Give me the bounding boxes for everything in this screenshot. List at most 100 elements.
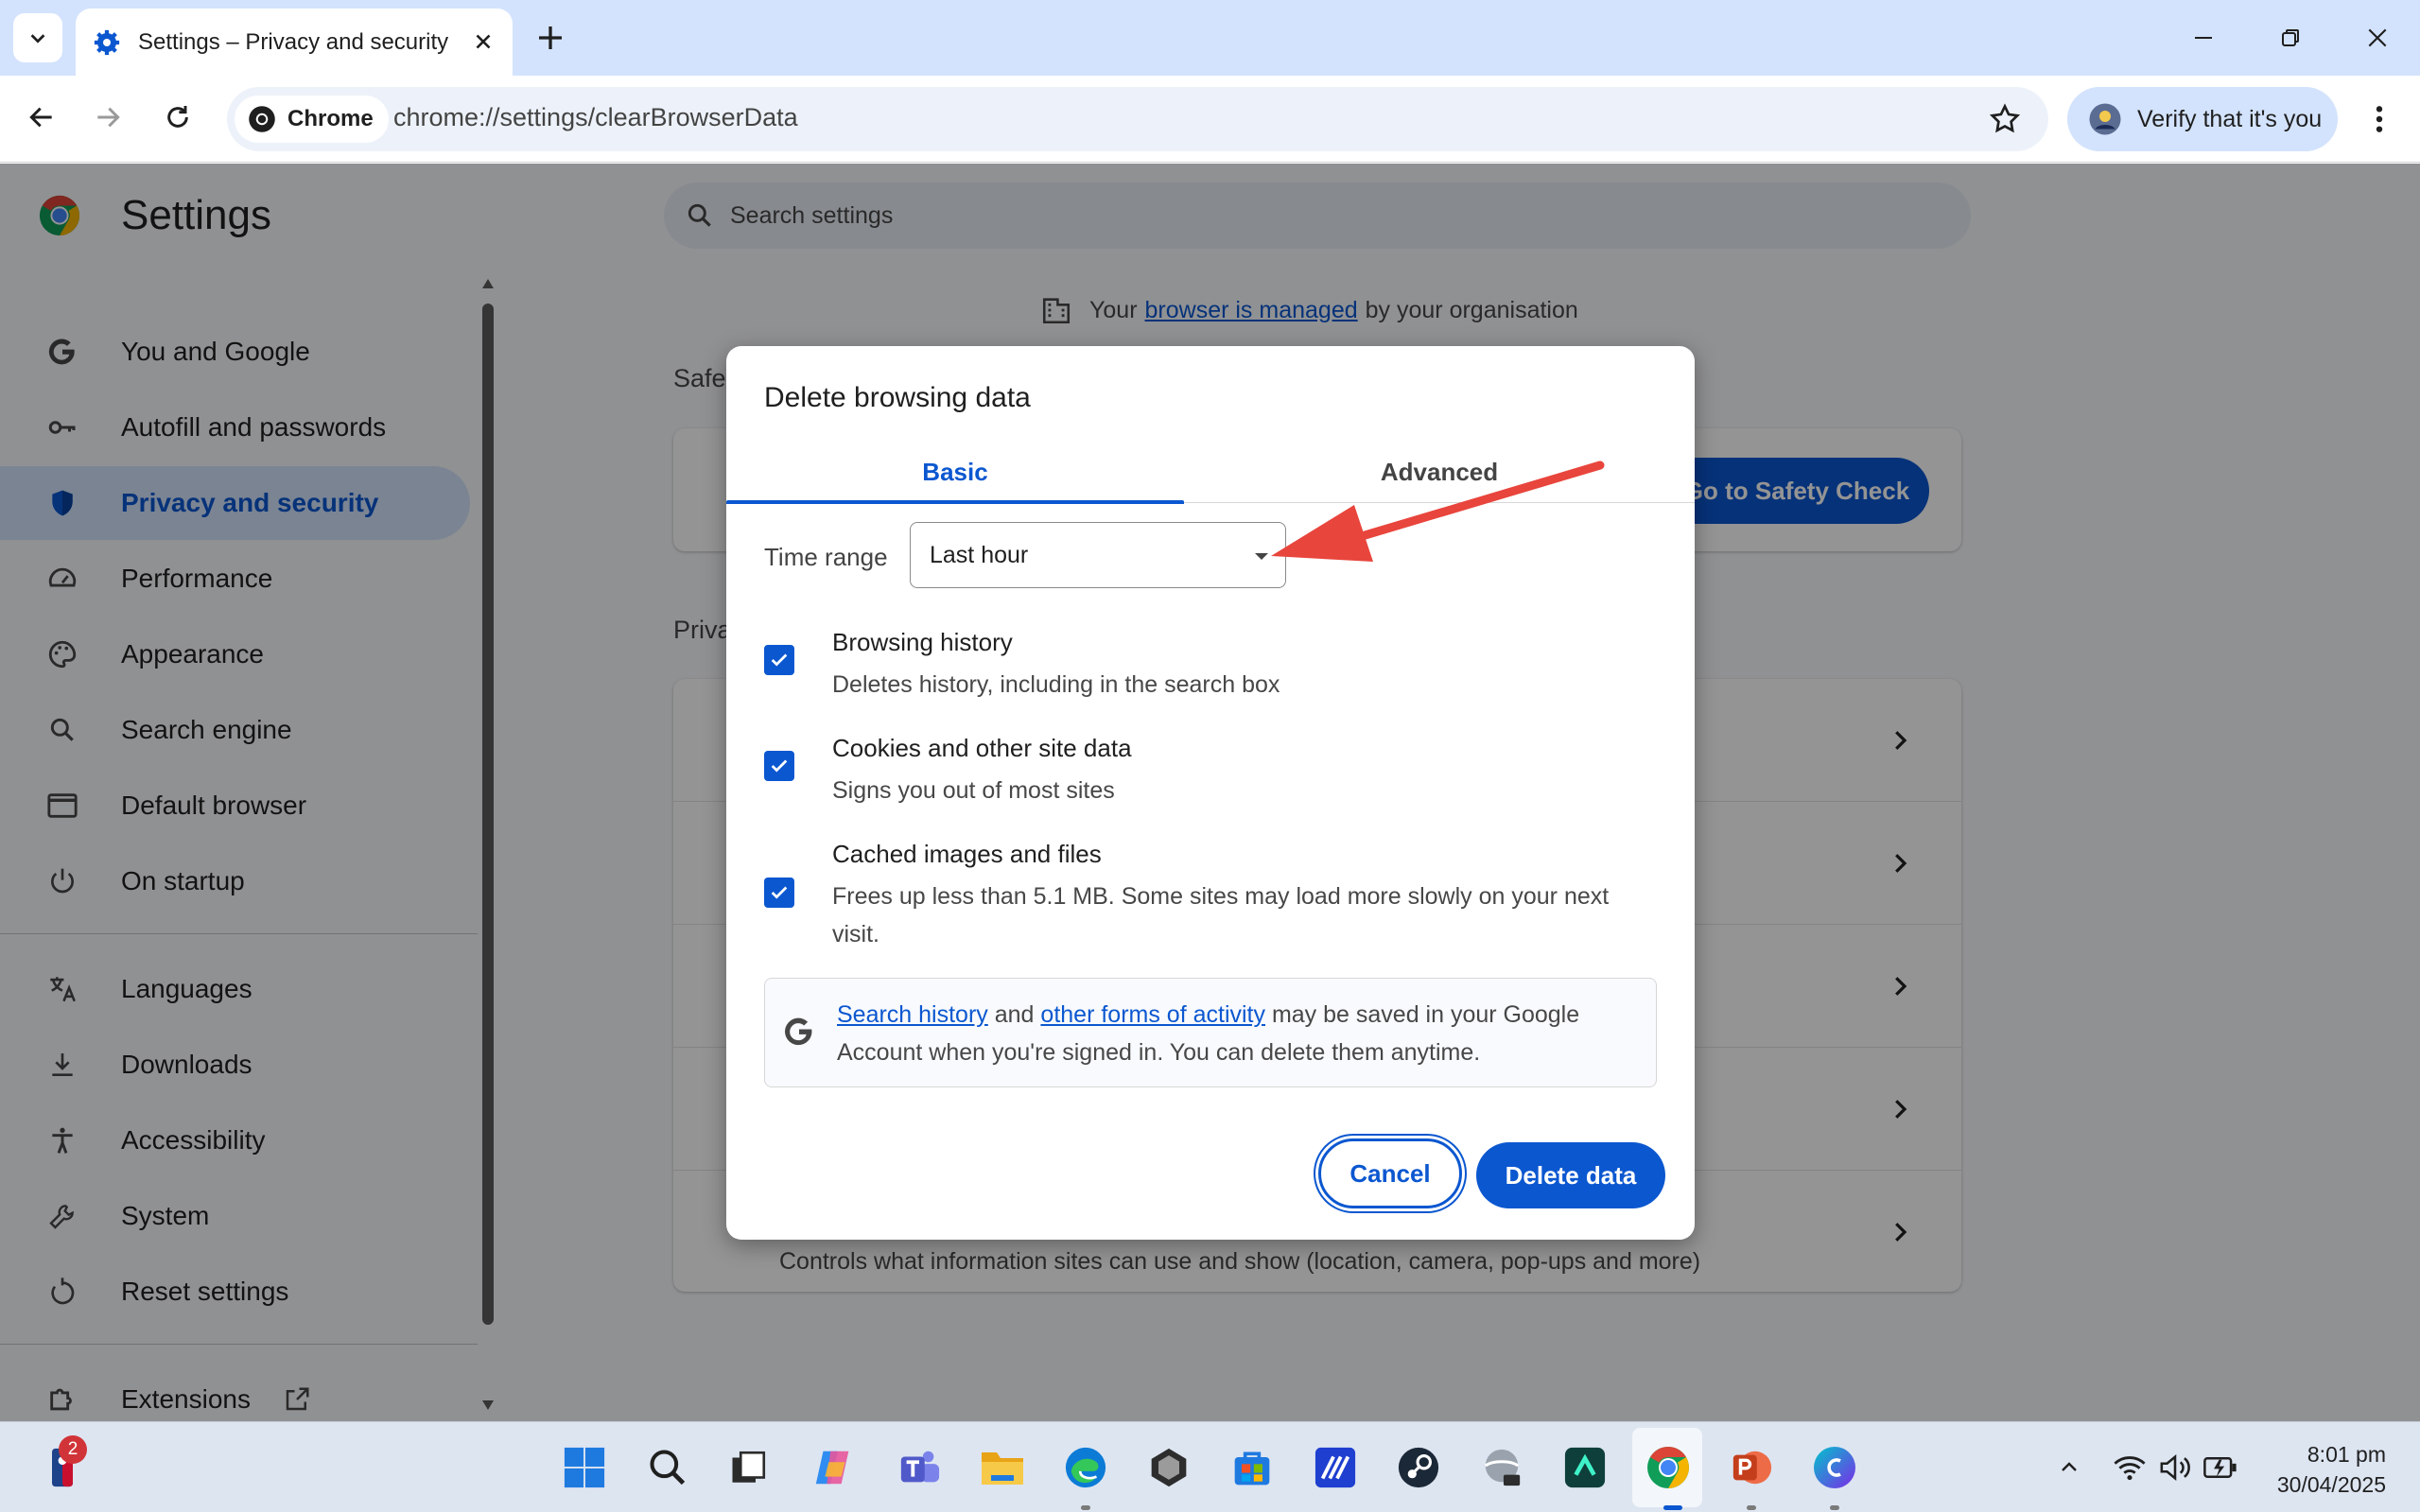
- windows-logo-icon: [564, 1447, 605, 1488]
- steam-logo-icon: [1398, 1447, 1439, 1488]
- volume-button[interactable]: [2150, 1443, 2200, 1492]
- task-view-icon: [732, 1451, 766, 1483]
- powerpoint-icon: [1732, 1451, 1772, 1485]
- cube-icon: [1151, 1448, 1187, 1487]
- system-clock[interactable]: 8:01 pm 30/04/2025: [2277, 1439, 2386, 1500]
- steam-button[interactable]: [1394, 1443, 1443, 1492]
- windows-taskbar: 2 8:01 pm 30/04/2025: [0, 1421, 2420, 1512]
- edge-browser-icon: [1065, 1447, 1106, 1488]
- checkmark-icon: [771, 886, 788, 899]
- edge-button[interactable]: [1061, 1443, 1110, 1492]
- nba-app-button[interactable]: 2: [38, 1435, 87, 1492]
- option-browsing-history: Browsing history Deletes history, includ…: [764, 628, 1653, 704]
- checkmark-icon: [771, 653, 788, 667]
- menu-button[interactable]: [2359, 98, 2400, 140]
- teams-icon: [900, 1451, 940, 1483]
- code-editor-icon: [1314, 1447, 1356, 1488]
- minimize-button[interactable]: [2185, 19, 2222, 57]
- other-activity-link[interactable]: other forms of activity: [1040, 1001, 1265, 1028]
- powerpoint-button[interactable]: [1727, 1443, 1776, 1492]
- visual-studio-code-button[interactable]: [1311, 1443, 1360, 1492]
- copilot-button[interactable]: [810, 1443, 859, 1492]
- dialog-title: Delete browsing data: [764, 382, 1031, 413]
- reload-icon: [167, 106, 188, 128]
- restore-button[interactable]: [2272, 19, 2309, 57]
- filmora-button[interactable]: [1560, 1443, 1610, 1492]
- teams-button[interactable]: [895, 1443, 944, 1492]
- running-indicator: [1081, 1505, 1090, 1510]
- annotation-arrow-icon: [1271, 461, 1605, 562]
- battery-button[interactable]: [2196, 1443, 2245, 1492]
- network-button[interactable]: [2105, 1443, 2154, 1492]
- microsoft-store-button[interactable]: [1227, 1443, 1277, 1492]
- delete-data-button[interactable]: Delete data: [1476, 1142, 1665, 1208]
- running-indicator: [1663, 1505, 1682, 1510]
- option-cached-images: Cached images and files Frees up less th…: [764, 840, 1653, 953]
- forward-button[interactable]: [87, 96, 129, 138]
- task-view-button[interactable]: [724, 1443, 774, 1492]
- browsing-history-checkbox[interactable]: [764, 645, 794, 675]
- tab-search-button[interactable]: [13, 13, 62, 62]
- clock-date: 30/04/2025: [2276, 1472, 2386, 1497]
- copilot-icon: [815, 1451, 849, 1485]
- canva-icon: [1814, 1447, 1855, 1488]
- folder-icon: [982, 1452, 1023, 1485]
- tab-basic[interactable]: Basic: [726, 441, 1184, 504]
- browser-toolbar: Chrome chrome://settings/clearBrowserDat…: [0, 76, 2420, 163]
- dropdown-caret-icon: [1255, 553, 1268, 560]
- notification-badge: 2: [59, 1435, 87, 1464]
- chevron-up-icon: [2062, 1462, 2077, 1471]
- url-text[interactable]: chrome://settings/clearBrowserData: [393, 103, 798, 132]
- google-earth-pro-button[interactable]: [1477, 1443, 1526, 1492]
- file-explorer-button[interactable]: [978, 1443, 1027, 1492]
- address-bar[interactable]: Chrome chrome://settings/clearBrowserDat…: [227, 87, 2048, 151]
- google-activity-notice: Search history and other forms of activi…: [764, 978, 1657, 1087]
- chevron-down-icon: [30, 34, 45, 43]
- running-indicator: [1830, 1505, 1839, 1510]
- gear-icon: [94, 29, 120, 55]
- canva-button[interactable]: [1810, 1443, 1859, 1492]
- earth-pro-icon: [1484, 1449, 1521, 1486]
- cached-images-checkbox[interactable]: [764, 878, 794, 908]
- close-window-button[interactable]: [2359, 19, 2396, 57]
- arrow-left-icon: [29, 107, 52, 128]
- option-cookies: Cookies and other site data Signs you ou…: [764, 734, 1653, 809]
- search-history-link[interactable]: Search history: [837, 1001, 988, 1028]
- back-button[interactable]: [21, 96, 62, 138]
- speaker-icon: [2160, 1453, 2190, 1482]
- chrome-logo-icon: [249, 106, 275, 132]
- cookies-checkbox[interactable]: [764, 751, 794, 781]
- search-icon: [650, 1450, 686, 1486]
- avatar-icon: [2089, 103, 2121, 135]
- minimize-icon: [2195, 37, 2212, 39]
- start-button[interactable]: [560, 1443, 609, 1492]
- tab-title: Settings – Privacy and security: [138, 28, 449, 55]
- verify-identity-button[interactable]: Verify that it's you: [2067, 87, 2338, 151]
- new-tab-plus-icon[interactable]: [533, 21, 567, 55]
- arrow-right-icon: [97, 107, 120, 128]
- time-range-select[interactable]: Last hour: [910, 522, 1286, 588]
- show-hidden-icons-button[interactable]: [2045, 1443, 2094, 1492]
- restore-icon: [2282, 29, 2299, 46]
- reload-button[interactable]: [157, 96, 199, 138]
- chrome-taskbar-button[interactable]: [1644, 1443, 1693, 1492]
- time-range-label: Time range: [764, 543, 888, 571]
- tab-strip: Settings – Privacy and security: [0, 0, 2420, 76]
- close-icon[interactable]: [471, 29, 496, 54]
- google-g-icon: [785, 1017, 812, 1046]
- taskbar-search-button[interactable]: [643, 1443, 692, 1492]
- cancel-button[interactable]: Cancel: [1318, 1138, 1462, 1208]
- unity-hub-button[interactable]: [1144, 1443, 1193, 1492]
- chip-label: Chrome: [287, 106, 374, 131]
- bookmark-star-icon[interactable]: [1988, 102, 2022, 136]
- clock-time: 8:01 pm: [2307, 1442, 2386, 1467]
- checkmark-icon: [771, 759, 788, 773]
- filmora-icon: [1564, 1447, 1606, 1488]
- verify-label: Verify that it's you: [2137, 105, 2323, 132]
- close-icon: [2368, 28, 2387, 47]
- active-tab[interactable]: Settings – Privacy and security: [76, 9, 513, 76]
- wifi-icon: [2114, 1456, 2146, 1481]
- running-indicator: [1747, 1505, 1756, 1510]
- time-range-value: Last hour: [930, 541, 1029, 568]
- battery-charging-icon: [2203, 1457, 2237, 1478]
